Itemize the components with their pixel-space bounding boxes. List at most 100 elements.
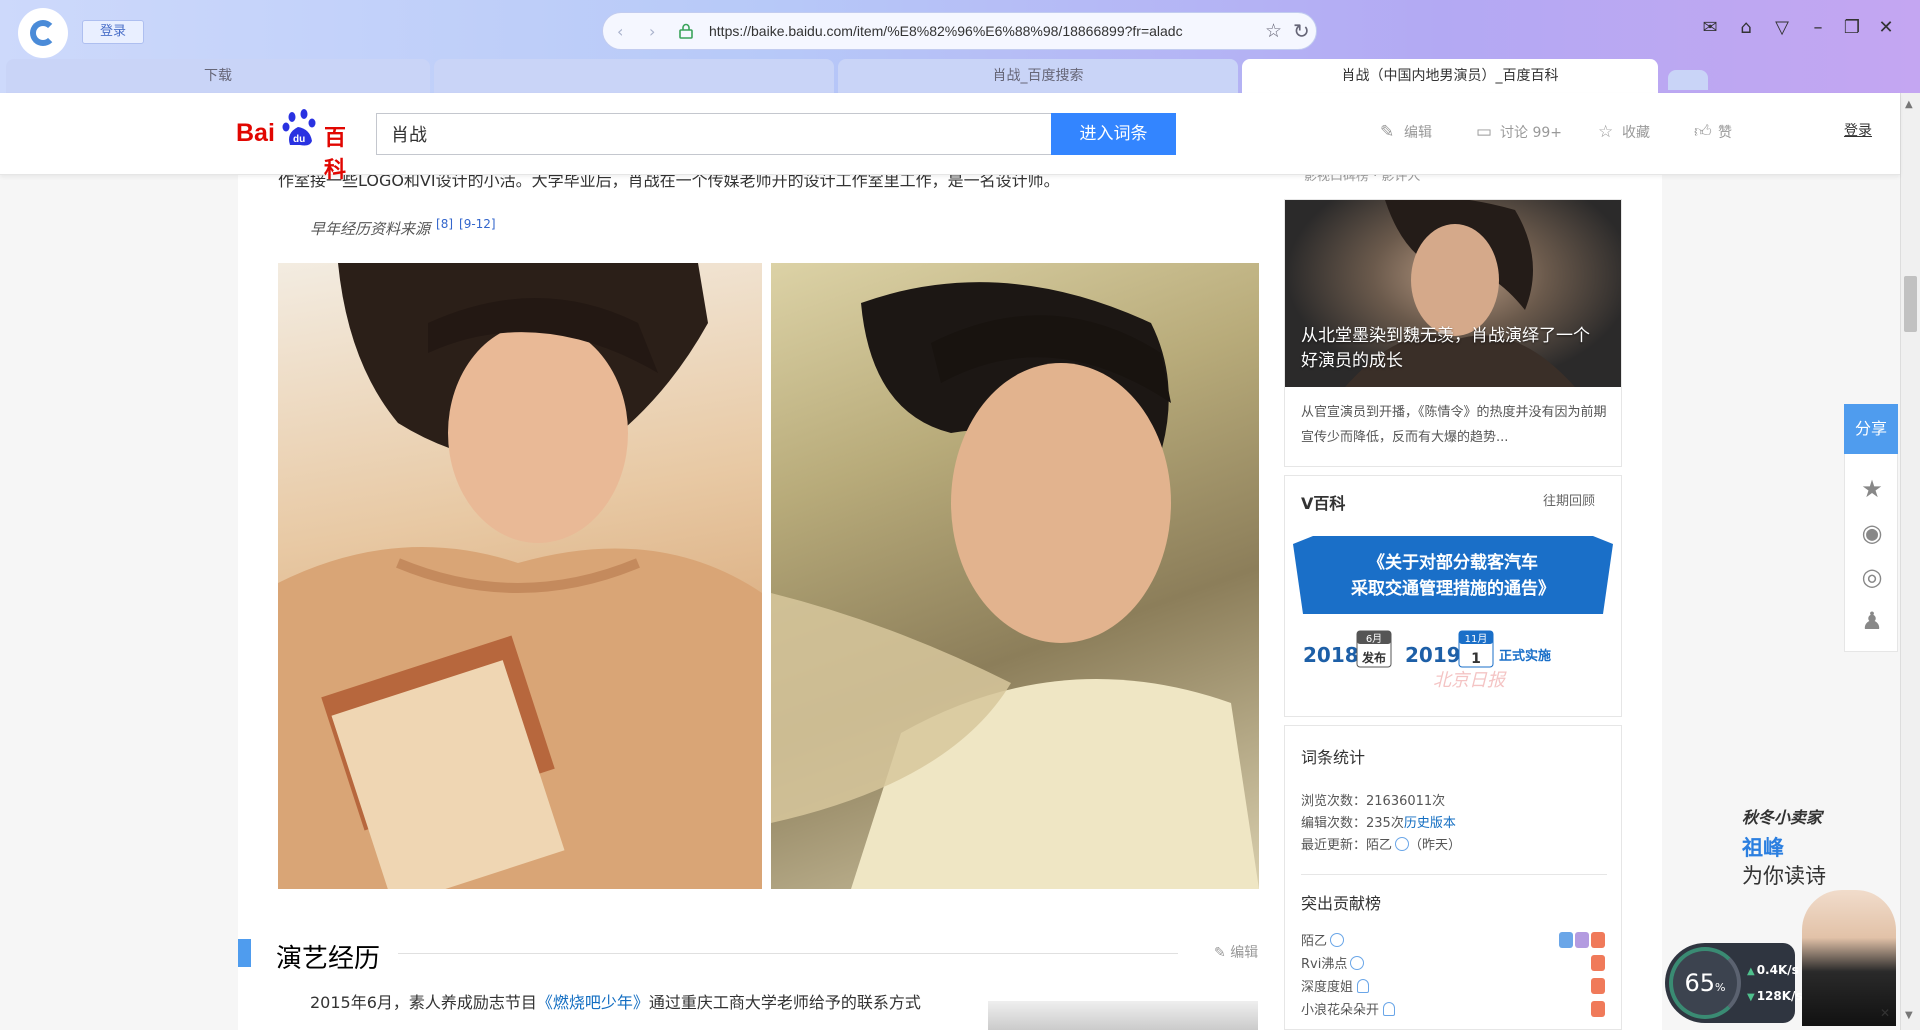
portrait-photo-right[interactable] — [771, 263, 1259, 889]
wechat-icon[interactable]: ◎ — [1857, 563, 1887, 593]
search-input[interactable] — [376, 113, 1051, 155]
citation-link[interactable]: [8] — [436, 217, 453, 231]
banner-tag2: 正式实施 — [1499, 648, 1551, 664]
ad-brand: 秋冬小卖家 — [1742, 808, 1823, 827]
contributors-title: 突出贡献榜 — [1301, 894, 1382, 913]
stats-title: 词条统计 — [1301, 748, 1366, 767]
vbaike-banner[interactable]: 《关于对部分载客汽车 采取交通管理措施的通告》 2018 6月 发布 2019 … — [1293, 536, 1613, 700]
video-card[interactable]: 从北堂墨染到魏无羡，肖战演绎了一个好演员的成长 从官宣演员到开播，《陈情令》的热… — [1284, 196, 1622, 467]
banner-line2: 采取交通管理措施的通告》 — [1350, 578, 1555, 599]
contributor-row[interactable]: Rvi沸点 — [1301, 953, 1607, 973]
edits-count: 编辑次数：235次历史版本 — [1301, 816, 1456, 831]
section-paragraph: 2015年6月，素人养成励志节目《燃烧吧少年》通过重庆工商大学老师给予的联系方式 — [310, 993, 921, 1012]
tab-baidu-search[interactable]: 肖战_百度搜索 — [838, 59, 1238, 93]
section-marker — [238, 939, 251, 967]
section-divider — [398, 953, 1178, 954]
contributor-row[interactable]: 深度度姐 — [1301, 976, 1607, 996]
tab-download[interactable]: 下载 — [6, 59, 430, 93]
vbaike-card: V百科 往期回顾 《关于对部分载客汽车 采取交通管理措施的通告》 2018 6月… — [1284, 475, 1622, 717]
thumbs-up-icon: 👍︎ — [1694, 122, 1712, 142]
section-title: 演艺经历 — [276, 938, 391, 975]
browser-logo[interactable] — [18, 8, 68, 58]
badge-icon — [1591, 932, 1605, 948]
minimize-icon[interactable]: – — [1806, 17, 1830, 38]
browser-login-button[interactable]: 登录 — [82, 20, 144, 44]
verified-icon — [1395, 837, 1410, 851]
verified-icon — [1350, 956, 1365, 970]
enter-entry-button[interactable]: 进入词条 — [1051, 113, 1176, 155]
address-bar[interactable]: ‹ › https://baike.baidu.com/item/%E8%82%… — [602, 12, 1317, 50]
back-icon[interactable]: ‹ — [617, 22, 623, 41]
portrait-photo-left[interactable] — [278, 263, 762, 889]
share-panel: 分享 ★ ◉ ◎ ♟ — [1844, 404, 1898, 652]
maximize-icon[interactable]: ❐ — [1840, 17, 1864, 38]
browser-chrome: 登录 ‹ › https://baike.baidu.com/item/%E8%… — [0, 0, 1920, 94]
mail-icon[interactable]: ✉ — [1698, 17, 1722, 38]
badge-icon — [1559, 932, 1573, 948]
vbaike-archive-link[interactable]: 往期回顾 — [1543, 490, 1595, 509]
skin-icon[interactable]: ⌂ — [1734, 17, 1758, 38]
banner-line1: 《关于对部分载客汽车 — [1368, 552, 1538, 573]
scroll-up-icon[interactable]: ▲ — [1905, 99, 1913, 110]
verified-icon — [1330, 933, 1345, 947]
collect-button[interactable]: ☆ 收藏 — [1598, 120, 1650, 144]
section-edit-button[interactable]: ✎ 编辑 — [1214, 942, 1258, 962]
pencil-icon: ✎ — [1380, 122, 1395, 142]
url-text[interactable]: https://baike.baidu.com/item/%E8%82%96%E… — [709, 23, 1259, 39]
header-login-link[interactable]: 登录 — [1844, 120, 1872, 140]
page-content: 作室接一些LOGO和VI设计的小活。大学毕业后，肖战在一个传媒老师开的设计工作室… — [238, 175, 1662, 1030]
edit-button[interactable]: ✎ 编辑 — [1380, 120, 1432, 144]
new-tab-button[interactable] — [1668, 70, 1708, 90]
menu-icon[interactable]: ▽ — [1770, 17, 1794, 38]
weibo-icon[interactable]: ◉ — [1857, 519, 1887, 549]
site-header: Bai du 百科 进入词条 ✎编辑 ▭讨论 99+ ☆收藏 👍︎赞 登录 — [0, 93, 1900, 183]
citation-link[interactable]: [9-12] — [459, 217, 496, 231]
down-arrow-icon: ▼ — [1747, 992, 1755, 1003]
qq-icon[interactable]: ♟ — [1857, 607, 1887, 637]
tab-blank[interactable] — [434, 59, 834, 93]
program-link[interactable]: 《燃烧吧少年》 — [537, 993, 649, 1012]
ghost-icon — [1357, 979, 1370, 993]
logo-bai-text: Bai — [236, 119, 275, 147]
svg-text:du: du — [293, 134, 305, 145]
contributor-row[interactable]: 小浪花朵朵开 — [1301, 999, 1607, 1019]
network-speed-widget[interactable]: 65% ▲ 0.4K/s ▼ 128K/s — [1665, 943, 1803, 1023]
banner-tag1: 发布 — [1361, 650, 1386, 665]
last-update: 最近更新：陌乙 （昨天） — [1301, 837, 1462, 853]
ad-close-icon[interactable]: ✕ — [1880, 1006, 1890, 1020]
ad-name: 祖峰 — [1742, 836, 1784, 860]
scroll-thumb[interactable] — [1904, 276, 1917, 332]
reload-icon[interactable]: ↻ — [1293, 19, 1310, 43]
close-icon[interactable]: ✕ — [1874, 17, 1898, 38]
stats-divider — [1301, 874, 1607, 875]
tab-baike[interactable]: 肖战（中国内地男演员）_百度百科 — [1242, 59, 1658, 94]
badge-icon — [1591, 1001, 1605, 1017]
article: 作室接一些LOGO和VI设计的小活。大学毕业后，肖战在一个传媒老师开的设计工作室… — [238, 175, 1268, 1030]
video-title[interactable]: 从北堂墨染到魏无羡，肖战演绎了一个好演员的成长 — [1301, 324, 1606, 374]
forward-icon[interactable]: › — [649, 22, 655, 41]
scroll-down-icon[interactable]: ▼ — [1905, 1010, 1913, 1021]
entry-stats-card: 词条统计 浏览次数：21636011次 编辑次数：235次历史版本 最近更新：陌… — [1284, 725, 1622, 1030]
star-icon: ☆ — [1598, 122, 1614, 142]
vbaike-title: V百科 — [1301, 494, 1346, 513]
video-thumbnail[interactable]: 从北堂墨染到魏无羡，肖战演绎了一个好演员的成长 — [1285, 196, 1621, 387]
image-caption: 早年经历资料来源 [8] [9-12] — [310, 217, 496, 238]
share-button[interactable]: 分享 — [1844, 404, 1898, 454]
bookmark-star-icon[interactable]: ☆ — [1265, 20, 1282, 42]
lock-icon — [679, 23, 693, 39]
ad-slogan: 为你读诗 — [1742, 864, 1826, 888]
contributor-row[interactable]: 陌乙 — [1301, 930, 1607, 950]
history-link[interactable]: 历史版本 — [1404, 816, 1456, 831]
download-speed: ▼ 128K/s — [1747, 989, 1803, 1003]
banner-day2: 1 — [1471, 651, 1481, 667]
discuss-button[interactable]: ▭ 讨论 99+ — [1476, 120, 1562, 144]
baike-logo[interactable]: Bai du 百科 — [236, 107, 366, 183]
banner-year2: 2019 — [1405, 643, 1461, 667]
up-arrow-icon: ▲ — [1747, 966, 1755, 977]
scrollbar[interactable]: ▲ ▼ — [1900, 93, 1920, 1030]
upload-speed: ▲ 0.4K/s — [1747, 963, 1799, 977]
sidebar-cut-text: 影视口碑榜 · 影评人 — [1304, 175, 1421, 184]
qzone-star-icon[interactable]: ★ — [1857, 475, 1887, 505]
like-button[interactable]: 👍︎ 赞 — [1694, 120, 1732, 144]
paragraph-photo[interactable] — [988, 1001, 1258, 1030]
